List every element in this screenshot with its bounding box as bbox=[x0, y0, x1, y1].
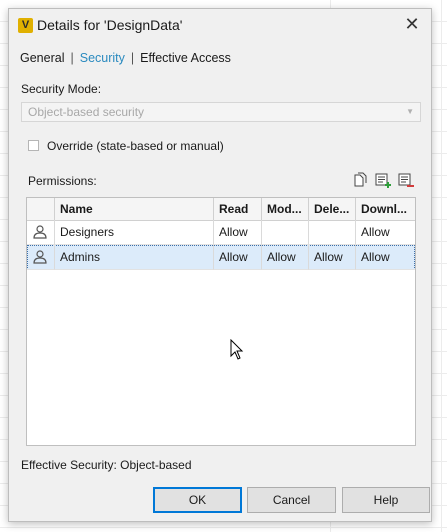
column-header-delete[interactable]: Dele... bbox=[309, 198, 356, 220]
user-icon bbox=[27, 245, 55, 270]
security-mode-label: Security Mode: bbox=[21, 82, 102, 96]
column-header-read[interactable]: Read bbox=[214, 198, 262, 220]
close-icon[interactable]: ✕ bbox=[399, 13, 425, 37]
row-delete bbox=[309, 220, 356, 245]
row-read: Allow bbox=[214, 245, 262, 270]
permissions-table[interactable]: Name Read Mod... Dele... Downl... Design… bbox=[26, 197, 416, 446]
dialog-title: Details for 'DesignData' bbox=[37, 17, 183, 33]
tab-separator: | bbox=[130, 51, 135, 65]
chevron-down-icon: ▼ bbox=[406, 107, 414, 116]
remove-permission-icon[interactable] bbox=[398, 172, 414, 188]
header-icon-column bbox=[27, 198, 55, 220]
row-modify: Allow bbox=[262, 245, 309, 270]
tab-separator: | bbox=[70, 51, 74, 65]
security-mode-select[interactable]: Object-based security ▼ bbox=[21, 102, 421, 122]
column-header-name[interactable]: Name bbox=[55, 198, 214, 220]
row-download: Allow bbox=[356, 220, 415, 245]
details-dialog: V Details for 'DesignData' ✕ General | Sec… bbox=[8, 8, 432, 522]
column-header-download[interactable]: Downl... bbox=[356, 198, 415, 220]
column-header-modify[interactable]: Mod... bbox=[262, 198, 309, 220]
row-name: Admins bbox=[55, 245, 214, 270]
cancel-button[interactable]: Cancel bbox=[247, 487, 336, 513]
title-bar[interactable]: V Details for 'DesignData' ✕ bbox=[9, 9, 431, 41]
tab-bar: General | Security | Effective Access bbox=[20, 51, 231, 65]
row-name: Designers bbox=[55, 220, 214, 245]
table-row[interactable]: Designers Allow Allow bbox=[27, 220, 415, 245]
effective-security-text: Effective Security: Object-based bbox=[21, 458, 192, 472]
user-icon bbox=[27, 220, 55, 245]
tab-effective-access[interactable]: Effective Access bbox=[140, 51, 231, 65]
help-button[interactable]: Help bbox=[342, 487, 430, 513]
security-mode-value: Object-based security bbox=[28, 105, 145, 119]
copy-icon[interactable] bbox=[352, 172, 368, 188]
vault-app-icon: V bbox=[18, 18, 33, 33]
permissions-label: Permissions: bbox=[28, 174, 97, 188]
tab-general[interactable]: General bbox=[20, 51, 64, 65]
ok-button[interactable]: OK bbox=[153, 487, 242, 513]
row-read: Allow bbox=[214, 220, 262, 245]
background-gridline bbox=[441, 0, 442, 532]
table-row-selected[interactable]: Admins Allow Allow Allow Allow bbox=[27, 245, 415, 270]
add-permission-icon[interactable] bbox=[375, 172, 391, 188]
row-download: Allow bbox=[356, 245, 415, 270]
table-header: Name Read Mod... Dele... Downl... bbox=[27, 198, 415, 221]
row-modify bbox=[262, 220, 309, 245]
tab-security[interactable]: Security bbox=[80, 51, 125, 65]
override-checkbox[interactable] bbox=[28, 140, 39, 151]
row-delete: Allow bbox=[309, 245, 356, 270]
override-label: Override (state-based or manual) bbox=[47, 139, 224, 153]
mouse-cursor-icon bbox=[230, 339, 244, 360]
